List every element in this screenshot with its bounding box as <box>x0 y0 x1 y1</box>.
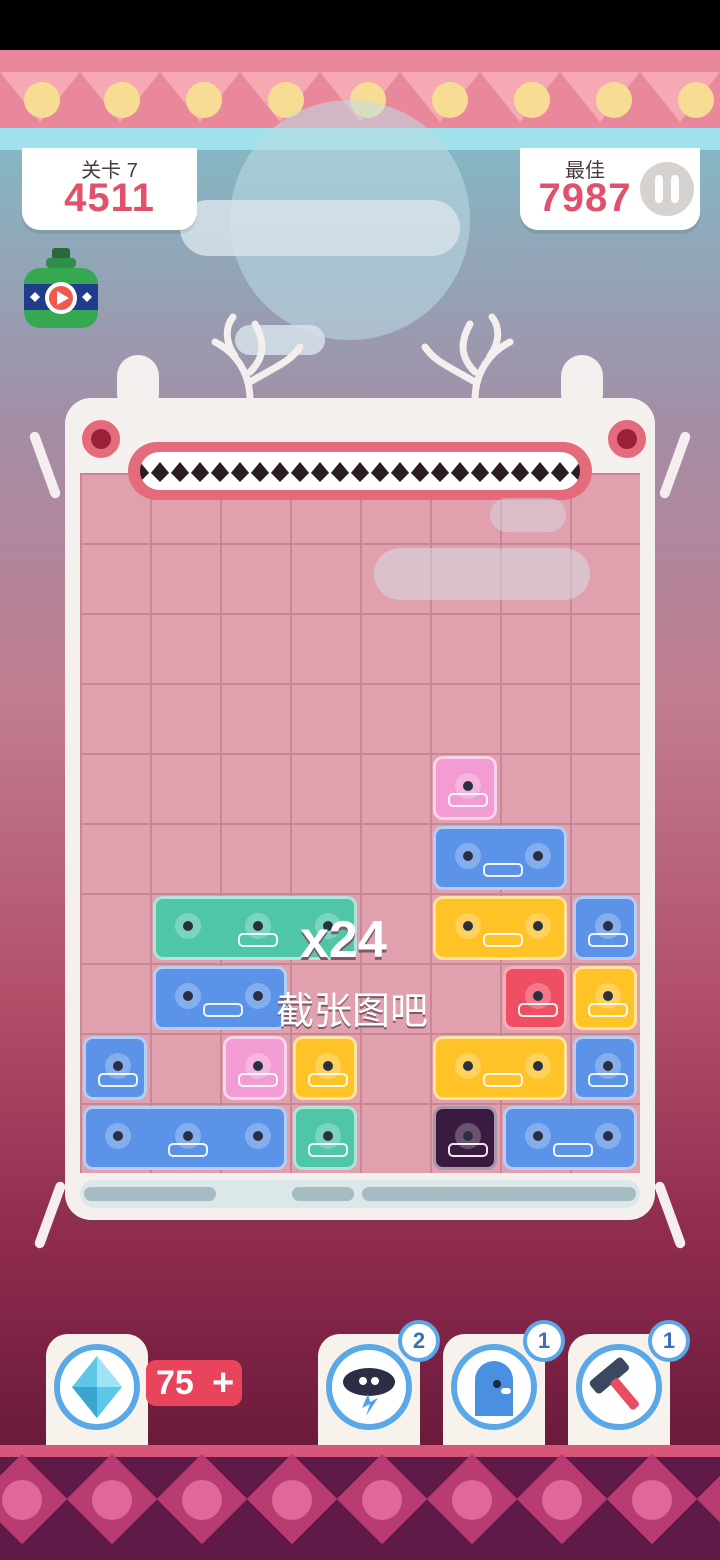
leg-right <box>653 1180 687 1250</box>
gem-shop-button[interactable] <box>46 1334 148 1446</box>
block-mouth <box>483 1073 523 1087</box>
ghost-icon <box>451 1344 537 1430</box>
block-yellow[interactable] <box>293 1036 357 1100</box>
monster-eye-left <box>78 416 124 462</box>
block-mouth <box>553 1143 593 1157</box>
level-score-card: 关卡 7 4511 <box>22 148 197 230</box>
block-mouth <box>448 793 488 807</box>
cloud <box>180 200 460 256</box>
block-pink[interactable] <box>223 1036 287 1100</box>
antler-left <box>195 312 305 404</box>
block-eye <box>525 913 551 939</box>
block-eye <box>245 983 271 1009</box>
pause-button[interactable] <box>640 162 694 216</box>
block-blue[interactable] <box>153 966 287 1030</box>
block-mouth <box>238 1073 278 1087</box>
leg-left <box>33 1180 67 1250</box>
block-blue[interactable] <box>573 1036 637 1100</box>
block-eye <box>455 913 481 939</box>
block-eye <box>525 843 551 869</box>
powerup-storm-button[interactable]: 2 <box>318 1320 440 1446</box>
storm-cloud-icon <box>326 1344 412 1430</box>
block-layer <box>80 473 640 1173</box>
storm-count-badge: 2 <box>398 1320 440 1362</box>
video-potion-button[interactable] <box>22 248 100 328</box>
gem-icon <box>72 1356 122 1418</box>
block-mouth <box>203 1003 243 1017</box>
block-green[interactable] <box>293 1106 357 1170</box>
add-gems-icon[interactable]: + <box>212 1362 234 1405</box>
block-blue[interactable] <box>83 1106 287 1170</box>
best-score-card: 最佳 7987 <box>520 148 700 230</box>
gem-counter[interactable]: 75 + <box>146 1360 242 1406</box>
arm-left <box>28 430 62 500</box>
block-eye <box>455 1053 481 1079</box>
block-eye <box>525 1123 551 1149</box>
block-blue[interactable] <box>573 896 637 960</box>
board-rail <box>80 1180 640 1208</box>
block-dark[interactable] <box>433 1106 497 1170</box>
best-score: 7987 <box>538 176 632 220</box>
block-mouth <box>308 1143 348 1157</box>
block-eye <box>105 1123 131 1149</box>
block-mouth <box>588 1003 628 1017</box>
current-score: 4511 <box>64 176 155 220</box>
block-mouth <box>588 933 628 947</box>
gem-count: 75 <box>156 1364 194 1402</box>
hammer-count-badge: 1 <box>648 1320 690 1362</box>
block-mouth <box>483 863 523 877</box>
antler-right <box>420 312 530 404</box>
powerup-ghost-button[interactable]: 1 <box>443 1320 565 1446</box>
block-eye <box>175 983 201 1009</box>
block-pink[interactable] <box>433 756 497 820</box>
block-blue[interactable] <box>433 826 567 890</box>
hammer-icon <box>576 1344 662 1430</box>
block-yellow[interactable] <box>433 896 567 960</box>
ghost-count-badge: 1 <box>523 1320 565 1362</box>
block-mouth <box>308 1073 348 1087</box>
gem-ring <box>54 1344 140 1430</box>
bottom-banner <box>0 1445 720 1560</box>
block-yellow[interactable] <box>433 1036 567 1100</box>
block-blue[interactable] <box>83 1036 147 1100</box>
block-mouth <box>238 933 278 947</box>
block-eye <box>175 913 201 939</box>
monster-eye-right <box>604 416 650 462</box>
block-mouth <box>588 1073 628 1087</box>
combo-message: 截张图吧 <box>276 991 429 1033</box>
block-yellow[interactable] <box>573 966 637 1030</box>
powerup-hammer-button[interactable]: 1 <box>568 1320 690 1446</box>
block-mouth <box>98 1073 138 1087</box>
block-eye <box>525 1053 551 1079</box>
block-mouth <box>483 933 523 947</box>
combo-multiplier: x24 <box>300 911 387 969</box>
block-eye <box>455 843 481 869</box>
block-eye <box>245 1123 271 1149</box>
potion-icon <box>24 248 98 328</box>
block-mouth <box>448 1143 488 1157</box>
arm-right <box>658 430 692 500</box>
block-red[interactable] <box>503 966 567 1030</box>
block-eye <box>595 1123 621 1149</box>
block-mouth <box>518 1003 558 1017</box>
block-mouth <box>168 1143 208 1157</box>
pause-icon <box>655 175 663 203</box>
block-blue[interactable] <box>503 1106 637 1170</box>
